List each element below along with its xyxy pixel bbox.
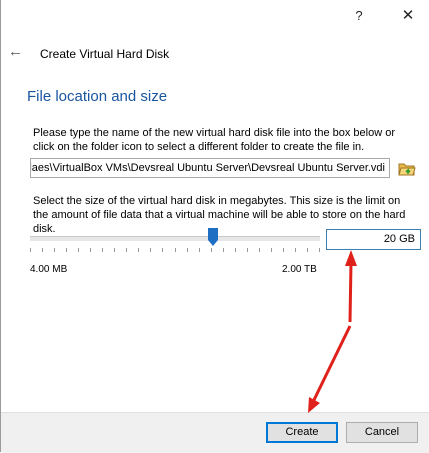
wizard-title: Create Virtual Hard Disk (40, 47, 170, 61)
slider-tick (90, 248, 91, 252)
slider-tick (138, 248, 139, 252)
slider-tick (30, 248, 31, 252)
slider-tick (295, 248, 296, 252)
slider-tick (235, 248, 236, 252)
slider-tick (271, 248, 272, 252)
slider-tick (78, 248, 79, 252)
slider-tick (54, 248, 55, 252)
slider-tick (319, 248, 320, 252)
size-slider[interactable] (30, 226, 320, 256)
max-size-label: 2.00 TB (282, 264, 317, 275)
slider-tick (259, 248, 260, 252)
min-size-label: 4.00 MB (30, 264, 68, 275)
annotation-arrow-up (345, 250, 357, 323)
slider-tick (162, 248, 163, 252)
slider-tick (175, 248, 176, 252)
slider-track (30, 236, 320, 241)
slider-tick (307, 248, 308, 252)
slider-tick (114, 248, 115, 252)
folder-open-icon[interactable] (398, 161, 416, 177)
slider-tick (42, 248, 43, 252)
slider-tick (283, 248, 284, 252)
size-input[interactable]: 20 GB (326, 229, 421, 250)
slider-tick (211, 248, 212, 252)
create-button[interactable]: Create (266, 422, 338, 443)
slider-tick (199, 248, 200, 252)
slider-tick (223, 248, 224, 252)
back-arrow-icon[interactable]: ← (8, 44, 26, 60)
cancel-button[interactable]: Cancel (346, 422, 418, 443)
slider-thumb[interactable] (208, 228, 218, 246)
close-icon[interactable]: ✕ (398, 6, 418, 26)
section-heading: File location and size (27, 88, 168, 105)
slider-tick (66, 248, 67, 252)
slider-tick (187, 248, 188, 252)
slider-tick (247, 248, 248, 252)
window-left-edge (0, 0, 1, 452)
help-icon[interactable]: ? (350, 6, 368, 26)
slider-tick (102, 248, 103, 252)
location-instructions: Please type the name of the new virtual … (33, 127, 395, 153)
slider-tick (126, 248, 127, 252)
file-path-value: rlaes\VirtualBox VMs\Devsreal Ubuntu Ser… (30, 162, 385, 174)
file-path-input[interactable]: rlaes\VirtualBox VMs\Devsreal Ubuntu Ser… (30, 158, 390, 178)
slider-tick (150, 248, 151, 252)
title-bar: ? ✕ (1, 0, 429, 32)
annotation-arrow-down (308, 325, 352, 413)
